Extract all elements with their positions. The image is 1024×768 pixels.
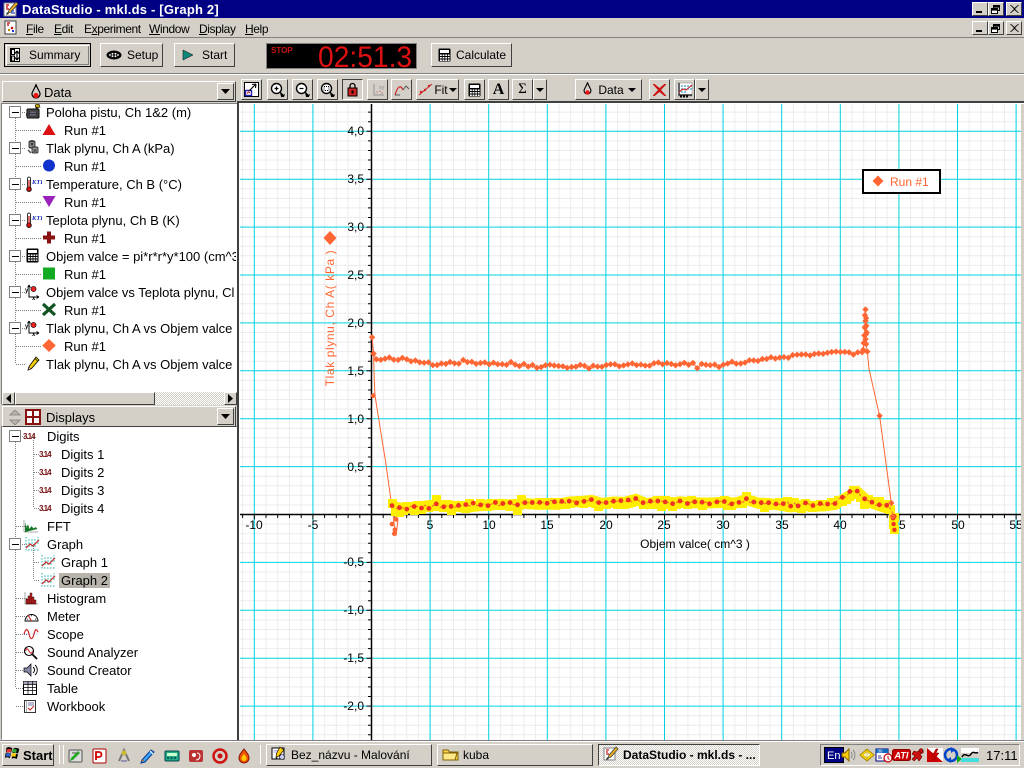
svg-text:2,5: 2,5: [347, 268, 364, 282]
svg-text:35: 35: [775, 518, 789, 532]
svg-text:30: 30: [878, 749, 884, 754]
svg-text:-1,0: -1,0: [343, 603, 364, 617]
svg-text:10: 10: [482, 518, 496, 532]
svg-text:-5: -5: [308, 518, 319, 532]
svg-text:-1,5: -1,5: [343, 651, 364, 665]
svg-text:3.14: 3.14: [23, 432, 36, 441]
svg-text:20: 20: [599, 518, 613, 532]
svg-text:ATI: ATI: [894, 751, 909, 761]
svg-text:Objem valce( cm^3 ): Objem valce( cm^3 ): [640, 537, 750, 551]
svg-text:55: 55: [1009, 518, 1021, 532]
svg-text:En: En: [827, 750, 840, 762]
svg-text:3,0: 3,0: [347, 220, 364, 234]
svg-text:-10: -10: [245, 518, 263, 532]
svg-text:5: 5: [427, 518, 434, 532]
svg-text:1,0: 1,0: [347, 412, 364, 426]
svg-text:15: 15: [540, 518, 554, 532]
svg-text:0,5: 0,5: [347, 460, 364, 474]
svg-text:Tlak plynu, Ch A( kPa ): Tlak plynu, Ch A( kPa ): [323, 250, 337, 387]
svg-text:3.14: 3.14: [39, 504, 52, 513]
svg-text:-2,0: -2,0: [343, 699, 364, 713]
svg-text:3,5: 3,5: [347, 172, 364, 186]
svg-text:30: 30: [716, 518, 730, 532]
svg-text:25: 25: [657, 518, 671, 532]
svg-text:40: 40: [833, 518, 847, 532]
svg-text:-0,5: -0,5: [343, 555, 364, 569]
svg-text:1,5: 1,5: [347, 364, 364, 378]
svg-text:3.14: 3.14: [39, 450, 52, 459]
svg-text:4,0: 4,0: [347, 124, 364, 138]
svg-text:2,0: 2,0: [347, 316, 364, 330]
svg-text:3.14: 3.14: [39, 468, 52, 477]
svg-text:50: 50: [951, 518, 965, 532]
svg-text:3.14: 3.14: [39, 486, 52, 495]
svg-text:Run #1: Run #1: [890, 175, 929, 189]
